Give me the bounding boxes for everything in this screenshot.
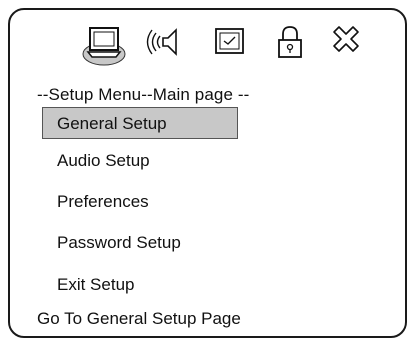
monitor-icon[interactable] [80,22,128,68]
menu-item-preferences[interactable]: Preferences [42,186,149,218]
menu-item-general-setup[interactable]: General Setup [42,107,238,139]
lock-icon[interactable] [270,22,310,64]
status-text: Go To General Setup Page [37,309,241,328]
menu-item-label: Audio Setup [57,151,150,170]
menu-item-label: Exit Setup [57,275,135,294]
menu-item-password-setup[interactable]: Password Setup [42,227,181,259]
close-icon[interactable] [326,22,366,64]
menu-item-exit-setup[interactable]: Exit Setup [42,269,135,301]
icon-toolbar [70,22,390,72]
menu-item-label: Password Setup [57,233,181,252]
page-title: --Setup Menu--Main page -- [37,85,250,104]
menu-item-label: Preferences [57,192,149,211]
menu-item-label: General Setup [57,114,167,133]
preferences-icon[interactable] [210,22,250,64]
menu-item-audio-setup[interactable]: Audio Setup [42,145,150,177]
speaker-icon[interactable] [146,22,186,64]
